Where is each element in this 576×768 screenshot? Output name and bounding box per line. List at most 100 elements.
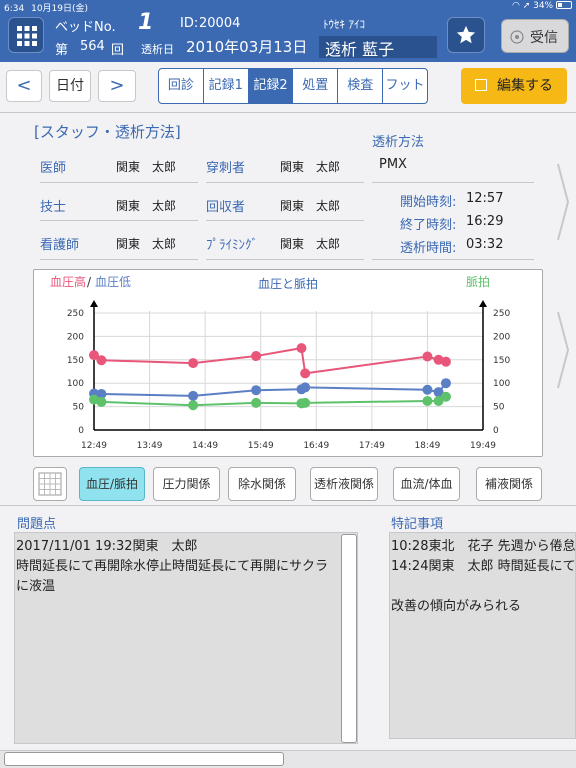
y2-tick-label: 0 — [493, 426, 499, 436]
bed-label: ベッドNo. — [55, 20, 116, 35]
bp-low-point — [422, 384, 433, 395]
horizontal-scrollbar[interactable] — [4, 752, 284, 766]
y-tick-label: 200 — [67, 332, 84, 342]
date-button[interactable]: 日付 — [49, 70, 91, 102]
pulse-point — [300, 397, 311, 408]
tab-0[interactable]: 回診 — [159, 69, 204, 103]
x-tick-label: 17:49 — [359, 441, 385, 451]
bp-low-point — [251, 385, 262, 396]
legend-pulse: 脈拍 — [466, 274, 490, 289]
status-date: 10月19日(金) — [31, 4, 89, 14]
receive-button[interactable]: 受信 — [501, 19, 569, 53]
receive-label: 受信 — [530, 30, 558, 46]
chart-category-button-0[interactable]: 血圧/脈拍 — [79, 467, 145, 501]
wifi-icon: ◠ — [511, 1, 520, 11]
row-divider — [206, 220, 364, 221]
y-tick-label: 50 — [73, 403, 85, 413]
bp-high-point — [251, 351, 262, 362]
menu-button[interactable] — [8, 17, 44, 53]
chevron-right-icon[interactable] — [556, 310, 570, 390]
chart-category-button-5[interactable]: 補液関係 — [476, 467, 542, 501]
table-view-button[interactable] — [33, 467, 67, 501]
problems-title: 問題点 — [17, 517, 57, 532]
chevron-right-icon[interactable] — [556, 162, 570, 242]
x-tick-label: 13:49 — [137, 441, 163, 451]
y-axis-right-arrow — [479, 300, 487, 307]
staff-role-puncturer: 穿刺者 — [206, 161, 246, 176]
staff-name-puncturer: 関東 太郎 — [280, 160, 341, 174]
note-line: 14:24関東 太郎 時間延長にて — [391, 559, 576, 574]
row-divider — [206, 259, 364, 260]
session-number: 564 — [80, 39, 105, 54]
problem-line: 2017/11/01 19:32関東 太郎 — [16, 539, 198, 554]
prev-date-button[interactable]: < — [6, 70, 42, 102]
y2-tick-label: 100 — [493, 379, 510, 389]
duration-value: 03:32 — [466, 237, 504, 252]
legend-separator: / — [87, 275, 92, 289]
row-divider — [372, 182, 534, 183]
bp-high-point — [422, 351, 433, 362]
tab-3[interactable]: 処置 — [293, 69, 339, 103]
toolbar-divider — [0, 112, 576, 113]
star-icon — [456, 25, 476, 44]
pulse-point — [251, 397, 262, 408]
pulse-point — [188, 400, 199, 411]
problem-line: に液温 — [16, 579, 56, 594]
y2-tick-label: 150 — [493, 356, 510, 366]
staff-section-title: [スタッフ・透析方法] — [34, 123, 181, 141]
row-divider — [40, 220, 198, 221]
chart-category-button-2[interactable]: 除水関係 — [228, 467, 296, 501]
legend-bp-low: 血圧低 — [95, 275, 131, 289]
x-tick-label: 12:49 — [81, 441, 107, 451]
tab-2[interactable]: 記録2 — [248, 69, 294, 103]
x-tick-label: 14:49 — [192, 441, 218, 451]
tab-5[interactable]: フット — [383, 69, 427, 103]
note-line: 改善の傾向がみられる — [391, 599, 522, 614]
method-title: 透析方法 — [372, 135, 425, 150]
y2-tick-label: 250 — [493, 309, 510, 319]
row-divider — [40, 259, 198, 260]
staff-name-collector: 関東 太郎 — [280, 199, 341, 213]
chart-category-button-3[interactable]: 透析液関係 — [310, 467, 378, 501]
y-axis-left-arrow — [90, 300, 98, 307]
pulse-point — [440, 391, 451, 402]
y-tick-label: 250 — [67, 309, 84, 319]
staff-role-technician: 技士 — [40, 200, 67, 215]
session-prefix: 第 — [55, 43, 69, 58]
chart-category-button-1[interactable]: 圧力関係 — [153, 467, 220, 501]
note-line: 10:28東北 花子 先週から倦怠 — [391, 539, 576, 554]
location-icon: ➚ — [522, 1, 531, 11]
bp-high-point — [96, 355, 107, 366]
patient-header: ベッドNo. 1 ID: 20004 ﾄｳｾｷ ｱｲｺ 第 564 回 透析日 … — [0, 10, 576, 62]
notes-title: 特記事項 — [391, 517, 444, 532]
vitals-chart: 12:49 13:49 14:49 15:49 16:49 17:49 18:49 19:49… — [33, 269, 543, 457]
next-date-button[interactable]: > — [98, 70, 136, 102]
end-time-label: 終了時刻: — [400, 218, 457, 233]
favorite-button[interactable] — [447, 17, 485, 53]
chart-category-button-4[interactable]: 血流/体血 — [393, 467, 460, 501]
y-tick-label: 150 — [67, 356, 84, 366]
edit-button[interactable]: 編集する — [461, 68, 567, 104]
table-grid-icon — [38, 472, 62, 496]
bp-high-point — [188, 358, 199, 369]
legend-bp-high: 血圧高 — [50, 274, 86, 289]
tab-1[interactable]: 記録1 — [204, 69, 249, 103]
tab-4[interactable]: 検査 — [338, 69, 384, 103]
staff-name-priming: 関東 太郎 — [280, 237, 341, 251]
bp-low-point — [300, 382, 311, 393]
session-suffix: 回 — [111, 43, 125, 58]
bp-low-point — [188, 390, 199, 401]
status-bar: 6:34 10月19日(金) ◠ ➚ 34% — [0, 0, 576, 14]
bp-high-point — [440, 356, 451, 367]
row-divider — [206, 182, 364, 183]
chart-title: 血圧と脈拍 — [258, 276, 318, 291]
pulse-point — [96, 396, 107, 407]
notes-panel[interactable]: 10:28東北 花子 先週から倦怠 14:24関東 太郎 時間延長にて 改善の傾… — [389, 532, 576, 739]
patient-name-box: 透析 藍子 — [319, 36, 437, 59]
staff-role-collector: 回収者 — [206, 200, 246, 215]
date-label: 透析日 — [141, 43, 174, 56]
bp-low-point — [440, 378, 451, 389]
battery-percent: 34% — [533, 1, 554, 11]
broadcast-icon — [510, 30, 524, 44]
problems-scrollbar[interactable] — [341, 534, 357, 743]
